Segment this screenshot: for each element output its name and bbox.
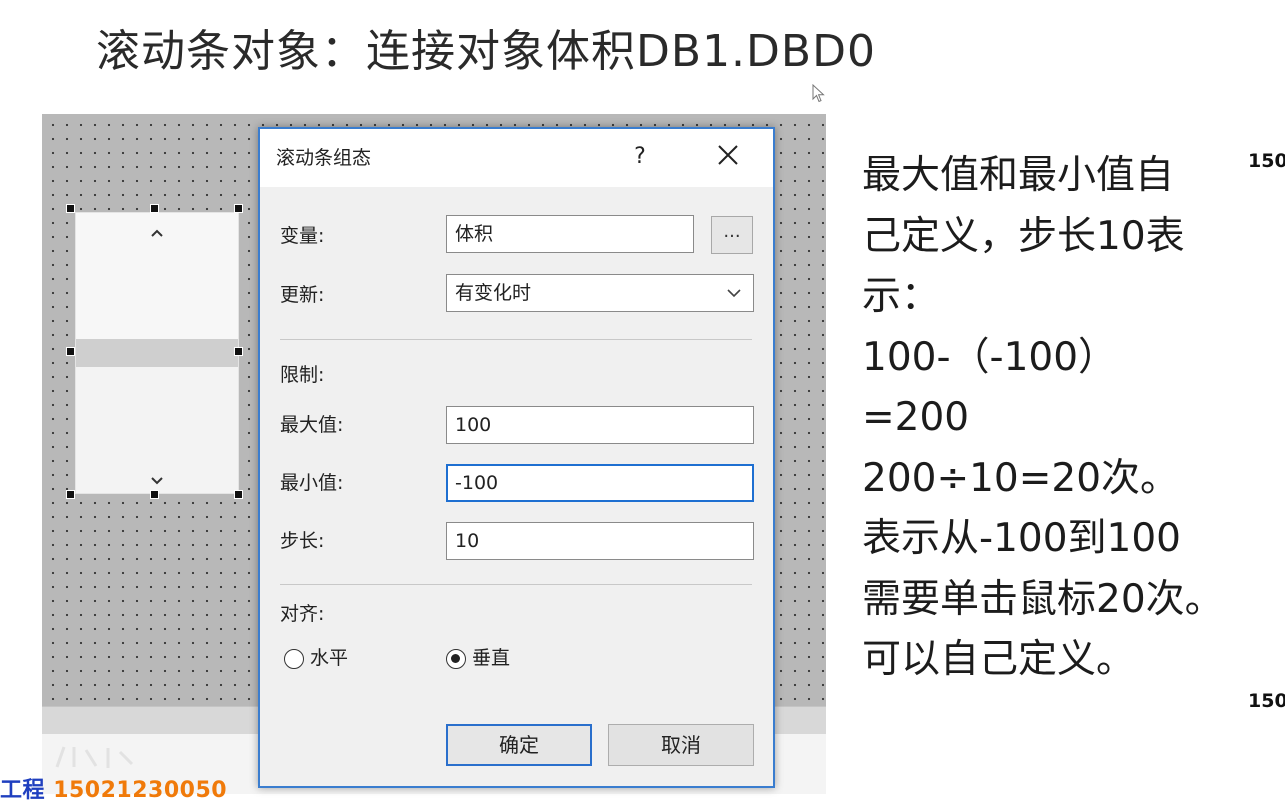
note-line: 己定义，步长10表	[862, 213, 1185, 259]
min-label: 最小值:	[280, 472, 344, 494]
watermark-prefix: 工程	[0, 778, 46, 803]
browse-variable-button[interactable]: ...	[711, 216, 753, 254]
selection-handle[interactable]	[66, 204, 75, 213]
selection-handle[interactable]	[234, 347, 243, 356]
selection-handle[interactable]	[234, 490, 243, 499]
ok-button[interactable]: 确定	[446, 724, 592, 766]
mouse-pointer-icon	[812, 84, 825, 103]
note-line: 最大值和最小值自	[862, 153, 1175, 198]
close-icon[interactable]	[708, 141, 748, 173]
chevron-up-icon[interactable]	[142, 221, 172, 241]
min-value-field[interactable]: -100	[446, 464, 754, 502]
variable-label: 变量:	[280, 225, 325, 247]
horizontal-label[interactable]: 水平	[310, 645, 348, 671]
radio-vertical[interactable]	[446, 649, 466, 669]
note-line: 表示从-100到100	[862, 516, 1181, 561]
divider	[280, 584, 752, 585]
update-dropdown[interactable]: 有变化时	[446, 274, 754, 312]
slide-title: 滚动条对象：连接对象体积DB1.DBD0	[96, 26, 876, 77]
step-label: 步长:	[280, 530, 325, 552]
cancel-button[interactable]: 取消	[608, 724, 754, 766]
variable-field[interactable]: 体积	[446, 215, 694, 253]
note-line: 可以自己定义。	[862, 637, 1136, 682]
edge-number-top: 150	[1248, 150, 1285, 172]
max-value-field[interactable]: 100	[446, 406, 754, 444]
note-line: 需要单击鼠标20次。	[862, 576, 1224, 622]
note-line: 示：	[862, 274, 941, 319]
scrollbar-thumb[interactable]	[76, 339, 238, 367]
note-line: =200	[862, 395, 970, 440]
dialog-titlebar[interactable]: 滚动条组态 ?	[260, 129, 773, 187]
step-field[interactable]: 10	[446, 522, 754, 560]
radio-horizontal[interactable]	[284, 649, 304, 669]
selection-handle[interactable]	[150, 490, 159, 499]
max-label: 最大值:	[280, 414, 344, 436]
scrollbar-config-dialog: 滚动条组态 ? 变量: 体积 ... 更新: 有变化时 限制: 最大值: 100…	[258, 127, 775, 788]
align-label: 对齐:	[280, 603, 325, 625]
update-label: 更新:	[280, 284, 325, 306]
selection-handle[interactable]	[150, 204, 159, 213]
note-line: 100-（-100）	[862, 334, 1118, 380]
radio-selected-dot	[451, 654, 460, 663]
update-dropdown-value: 有变化时	[455, 282, 532, 304]
divider	[280, 339, 752, 340]
scrollbar-object[interactable]	[75, 212, 239, 494]
limits-label: 限制:	[280, 364, 325, 386]
selection-handle[interactable]	[66, 490, 75, 499]
vertical-label[interactable]: 垂直	[472, 645, 510, 671]
selection-handle[interactable]	[66, 347, 75, 356]
explanation-notes: 最大值和最小值自 己定义，步长10表 示： 100-（-100） =200 20…	[862, 146, 1282, 691]
edge-number-bottom: 150	[1248, 690, 1285, 712]
help-button[interactable]: ?	[620, 141, 660, 173]
selection-handle[interactable]	[234, 204, 243, 213]
chevron-down-icon[interactable]	[723, 275, 745, 311]
watermark: 工程 15021230050	[0, 772, 227, 804]
note-line: 200÷10=20次。	[862, 455, 1180, 501]
chevron-down-icon[interactable]	[142, 469, 172, 489]
watermark-number: 15021230050	[53, 778, 228, 803]
dialog-title: 滚动条组态	[276, 147, 372, 169]
